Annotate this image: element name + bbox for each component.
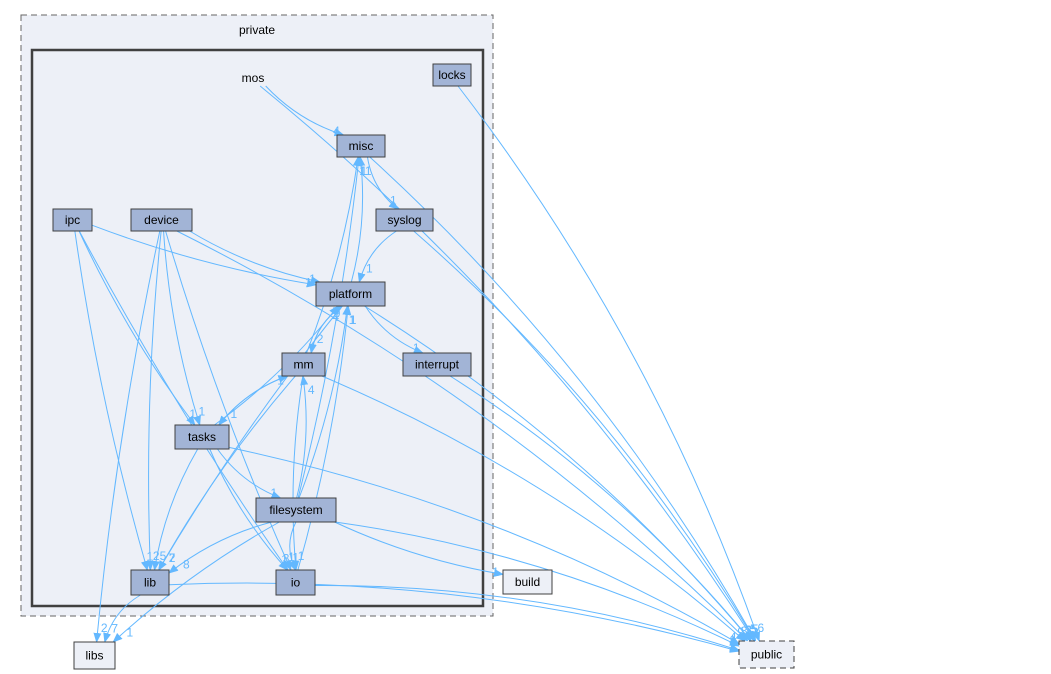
node-filesystem[interactable]: filesystem xyxy=(255,497,337,523)
edge-locks-to-public[interactable] xyxy=(457,85,760,642)
edge-filesystem-to-lib-count: 8 xyxy=(183,557,190,571)
edge-mm-to-tasks-count: 1 xyxy=(231,407,238,421)
edge-device-to-libs-count: 2 xyxy=(101,621,108,635)
edge-mm-to-lib-count: 7 xyxy=(169,551,176,565)
edge-platform-to-mm-count: 2 xyxy=(317,332,324,346)
cluster-mos[interactable]: mos xyxy=(30,48,485,608)
node-mm[interactable]: mm xyxy=(281,352,326,377)
node-ipc[interactable]: ipc xyxy=(52,208,93,232)
edge-filesystem-to-misc-count: 1 xyxy=(361,164,368,178)
node-build-label[interactable]: build xyxy=(515,575,540,589)
edge-filesystem-to-libs-count: 1 xyxy=(127,626,134,640)
node-io-label[interactable]: io xyxy=(291,576,301,590)
edge-misc-to-syslog-count: 1 xyxy=(390,193,397,207)
edge-filesystem-to-build-count: 1 xyxy=(492,565,499,579)
node-tasks[interactable]: tasks xyxy=(174,424,230,450)
node-tasks-label[interactable]: tasks xyxy=(188,430,216,444)
directory-dependency-graph: private mos 465553239411111111111 11 322 11… xyxy=(20,14,795,670)
node-misc[interactable]: misc xyxy=(336,134,386,158)
edge-mm-to-public-count: 9 xyxy=(737,625,744,639)
edge-tasks-to-io-count: 1 xyxy=(281,553,288,567)
edge-lib-to-public-count: 1 xyxy=(729,640,736,654)
edge-interrupt-to-public-count: 3 xyxy=(745,623,752,637)
edge-filesystem-to-mm-count: 4 xyxy=(308,383,315,397)
edge-device-to-platform-count: 1 xyxy=(309,272,316,286)
node-platform[interactable]: platform xyxy=(315,281,386,307)
cluster-private-label: private xyxy=(239,23,275,37)
edge-io-to-platform-count: 1 xyxy=(350,313,357,327)
node-interrupt[interactable]: interrupt xyxy=(402,352,472,377)
node-public-label[interactable]: public xyxy=(751,648,782,662)
node-syslog-label[interactable]: syslog xyxy=(387,213,421,227)
node-platform-label[interactable]: platform xyxy=(329,287,372,301)
node-lib-label[interactable]: lib xyxy=(144,576,156,590)
node-ipc-label[interactable]: ipc xyxy=(65,213,80,227)
node-lib[interactable]: lib xyxy=(130,569,170,596)
edge-tasks-to-lib-count: 5 xyxy=(160,549,167,563)
edge-lib-to-libs-count: 7 xyxy=(111,621,118,635)
node-libs-label[interactable]: libs xyxy=(85,649,103,663)
cluster-mos-label[interactable]: mos xyxy=(242,71,265,85)
node-public[interactable]: public xyxy=(738,640,795,669)
edge-filesystem-to-io-count: 1 xyxy=(292,550,299,564)
node-libs[interactable]: libs xyxy=(73,641,116,670)
node-mm-label[interactable]: mm xyxy=(294,358,314,372)
edge-device-to-tasks-count: 1 xyxy=(199,405,206,419)
node-misc-label[interactable]: misc xyxy=(349,139,374,153)
node-device-label[interactable]: device xyxy=(144,213,179,227)
node-locks[interactable]: locks xyxy=(432,63,472,87)
edge-syslog-to-public-count: 5 xyxy=(751,622,758,636)
node-locks-label[interactable]: locks xyxy=(438,68,465,82)
node-syslog[interactable]: syslog xyxy=(375,208,434,232)
node-io[interactable]: io xyxy=(275,569,316,596)
edge-syslog-to-platform-count: 1 xyxy=(366,261,373,275)
node-device[interactable]: device xyxy=(130,208,193,232)
node-interrupt-label[interactable]: interrupt xyxy=(415,358,460,372)
edge-ipc-to-tasks-count: 1 xyxy=(189,407,196,421)
node-filesystem-label[interactable]: filesystem xyxy=(269,503,322,517)
node-build[interactable]: build xyxy=(502,569,553,595)
edge-locks-to-public-count: 6 xyxy=(758,621,765,635)
